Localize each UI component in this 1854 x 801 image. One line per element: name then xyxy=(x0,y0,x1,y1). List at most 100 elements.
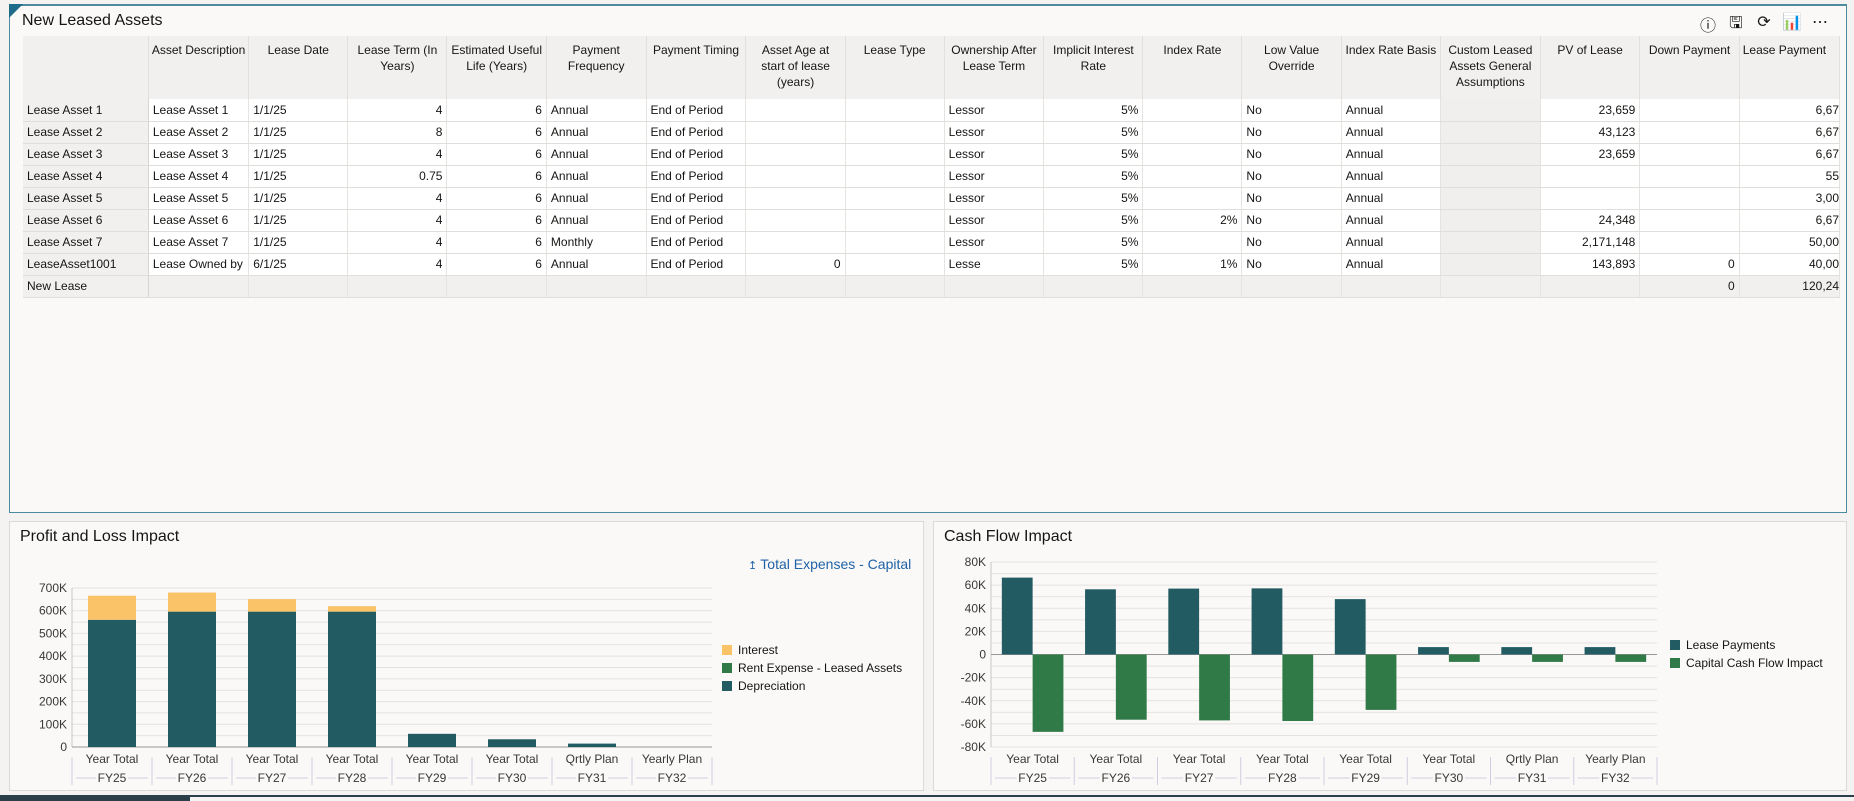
grid-cell[interactable]: Annual xyxy=(546,121,647,144)
column-header[interactable]: Down Payment xyxy=(1639,36,1740,99)
grid-cell[interactable]: Annual xyxy=(1341,165,1441,188)
grid-cell[interactable] xyxy=(845,275,945,298)
grid-cell[interactable] xyxy=(1440,253,1541,276)
grid-cell[interactable] xyxy=(845,165,945,188)
grid-cell[interactable]: Annual xyxy=(546,253,647,276)
grid-cell[interactable]: 43,123 xyxy=(1540,121,1641,144)
grid-cell[interactable] xyxy=(1142,275,1243,298)
grid-cell[interactable]: 0.75 xyxy=(347,165,448,188)
grid-cell[interactable]: No xyxy=(1241,187,1342,210)
grid-cell[interactable]: 1/1/25 xyxy=(248,165,349,188)
grid-cell[interactable]: End of Period xyxy=(646,231,747,254)
grid-cell[interactable]: Annual xyxy=(1341,143,1441,166)
grid-cell[interactable]: 6 xyxy=(446,187,547,210)
column-header[interactable]: Low Value Override xyxy=(1241,36,1342,99)
grid-cell[interactable] xyxy=(1440,143,1541,166)
grid-cell[interactable]: No xyxy=(1241,209,1342,232)
grid-cell[interactable] xyxy=(148,275,250,298)
grid-cell[interactable]: Annual xyxy=(546,165,647,188)
grid-cell[interactable]: 1/1/25 xyxy=(248,99,349,122)
grid-cell[interactable]: Lessor xyxy=(944,143,1045,166)
grid-cell[interactable] xyxy=(845,253,945,276)
grid-cell[interactable] xyxy=(1440,275,1541,298)
grid-cell[interactable]: Lessor xyxy=(944,209,1045,232)
row-header[interactable]: New Lease xyxy=(23,275,149,298)
grid-cell[interactable]: End of Period xyxy=(646,187,747,210)
grid-cell[interactable]: End of Period xyxy=(646,99,747,122)
grid-cell[interactable]: Annual xyxy=(546,143,647,166)
column-header[interactable]: Lease Type xyxy=(845,36,945,99)
grid-cell[interactable]: 1/1/25 xyxy=(248,143,349,166)
grid-cell[interactable]: 3,00 xyxy=(1739,187,1840,210)
grid-cell[interactable]: 8 xyxy=(347,121,448,144)
grid-cell[interactable]: No xyxy=(1241,99,1342,122)
grid-cell[interactable]: Lease Asset 5 xyxy=(148,187,250,210)
column-header[interactable]: Lease Date xyxy=(248,36,349,99)
legend-item[interactable]: Depreciation xyxy=(722,677,902,695)
grid-cell[interactable]: 50,00 xyxy=(1739,231,1840,254)
grid-cell[interactable]: 55 xyxy=(1739,165,1840,188)
grid-cell[interactable] xyxy=(1440,187,1541,210)
grid-cell[interactable]: End of Period xyxy=(646,143,747,166)
grid-cell[interactable]: Lease Asset 7 xyxy=(148,231,250,254)
grid-cell[interactable] xyxy=(745,209,846,232)
grid-cell[interactable]: Lease Owned by xyxy=(148,253,250,276)
grid-cell[interactable] xyxy=(1639,187,1740,210)
refresh-icon[interactable]: ⟳ xyxy=(1754,12,1774,39)
grid-cell[interactable]: 0 xyxy=(1639,275,1740,298)
grid-cell[interactable] xyxy=(1639,231,1740,254)
more-icon[interactable]: ⋯ xyxy=(1810,12,1830,39)
grid-cell[interactable] xyxy=(1142,99,1243,122)
grid-cell[interactable]: Annual xyxy=(1341,187,1441,210)
grid-cell[interactable] xyxy=(845,99,945,122)
grid-cell[interactable]: 5% xyxy=(1043,209,1144,232)
row-header[interactable]: Lease Asset 2 xyxy=(23,121,149,144)
grid-cell[interactable]: 24,348 xyxy=(1540,209,1641,232)
grid-cell[interactable]: End of Period xyxy=(646,165,747,188)
grid-cell[interactable]: Annual xyxy=(546,99,647,122)
grid-cell[interactable] xyxy=(1142,121,1243,144)
grid-cell[interactable]: 0 xyxy=(745,253,846,276)
save-icon[interactable]: 🖫 xyxy=(1726,12,1746,39)
row-header[interactable]: Lease Asset 7 xyxy=(23,231,149,254)
grid-cell[interactable]: 6 xyxy=(446,253,547,276)
grid-cell[interactable]: Lessor xyxy=(944,165,1045,188)
grid-cell[interactable] xyxy=(446,275,547,298)
grid-cell[interactable] xyxy=(1142,231,1243,254)
grid-cell[interactable]: 6,67 xyxy=(1739,209,1840,232)
grid-cell[interactable]: 5% xyxy=(1043,143,1144,166)
grid-cell[interactable] xyxy=(845,209,945,232)
legend-item[interactable]: Interest xyxy=(722,641,902,659)
grid-cell[interactable]: 6 xyxy=(446,209,547,232)
grid-cell[interactable] xyxy=(248,275,349,298)
grid-cell[interactable] xyxy=(1440,165,1541,188)
grid-cell[interactable]: 23,659 xyxy=(1540,99,1641,122)
grid-cell[interactable] xyxy=(1440,209,1541,232)
grid-cell[interactable] xyxy=(1241,275,1342,298)
grid-cell[interactable]: 5% xyxy=(1043,231,1144,254)
column-header[interactable]: Ownership After Lease Term xyxy=(944,36,1045,99)
row-header[interactable]: LeaseAsset1001 xyxy=(23,253,149,276)
grid-cell[interactable] xyxy=(1142,143,1243,166)
grid-cell[interactable]: Lesse xyxy=(944,253,1045,276)
grid-cell[interactable]: 4 xyxy=(347,143,448,166)
grid-cell[interactable] xyxy=(347,275,448,298)
column-header[interactable]: PV of Lease xyxy=(1540,36,1641,99)
grid-cell[interactable] xyxy=(1341,275,1441,298)
grid-cell[interactable]: Lessor xyxy=(944,121,1045,144)
column-header[interactable]: Estimated Useful Life (Years) xyxy=(446,36,547,99)
grid-cell[interactable]: 2% xyxy=(1142,209,1243,232)
grid-cell[interactable]: 23,659 xyxy=(1540,143,1641,166)
grid-cell[interactable]: No xyxy=(1241,231,1342,254)
grid-cell[interactable]: No xyxy=(1241,253,1342,276)
row-header[interactable]: Lease Asset 6 xyxy=(23,209,149,232)
grid-cell[interactable]: Lessor xyxy=(944,187,1045,210)
grid-cell[interactable] xyxy=(1639,143,1740,166)
grid-cell[interactable] xyxy=(745,187,846,210)
grid-cell[interactable] xyxy=(745,99,846,122)
column-header[interactable]: Lease Payment xyxy=(1739,36,1840,99)
column-header[interactable]: Index Rate xyxy=(1142,36,1243,99)
grid-cell[interactable] xyxy=(845,121,945,144)
column-header[interactable]: Custom Leased Assets General Assumptions xyxy=(1440,36,1541,99)
grid-cell[interactable] xyxy=(546,275,647,298)
